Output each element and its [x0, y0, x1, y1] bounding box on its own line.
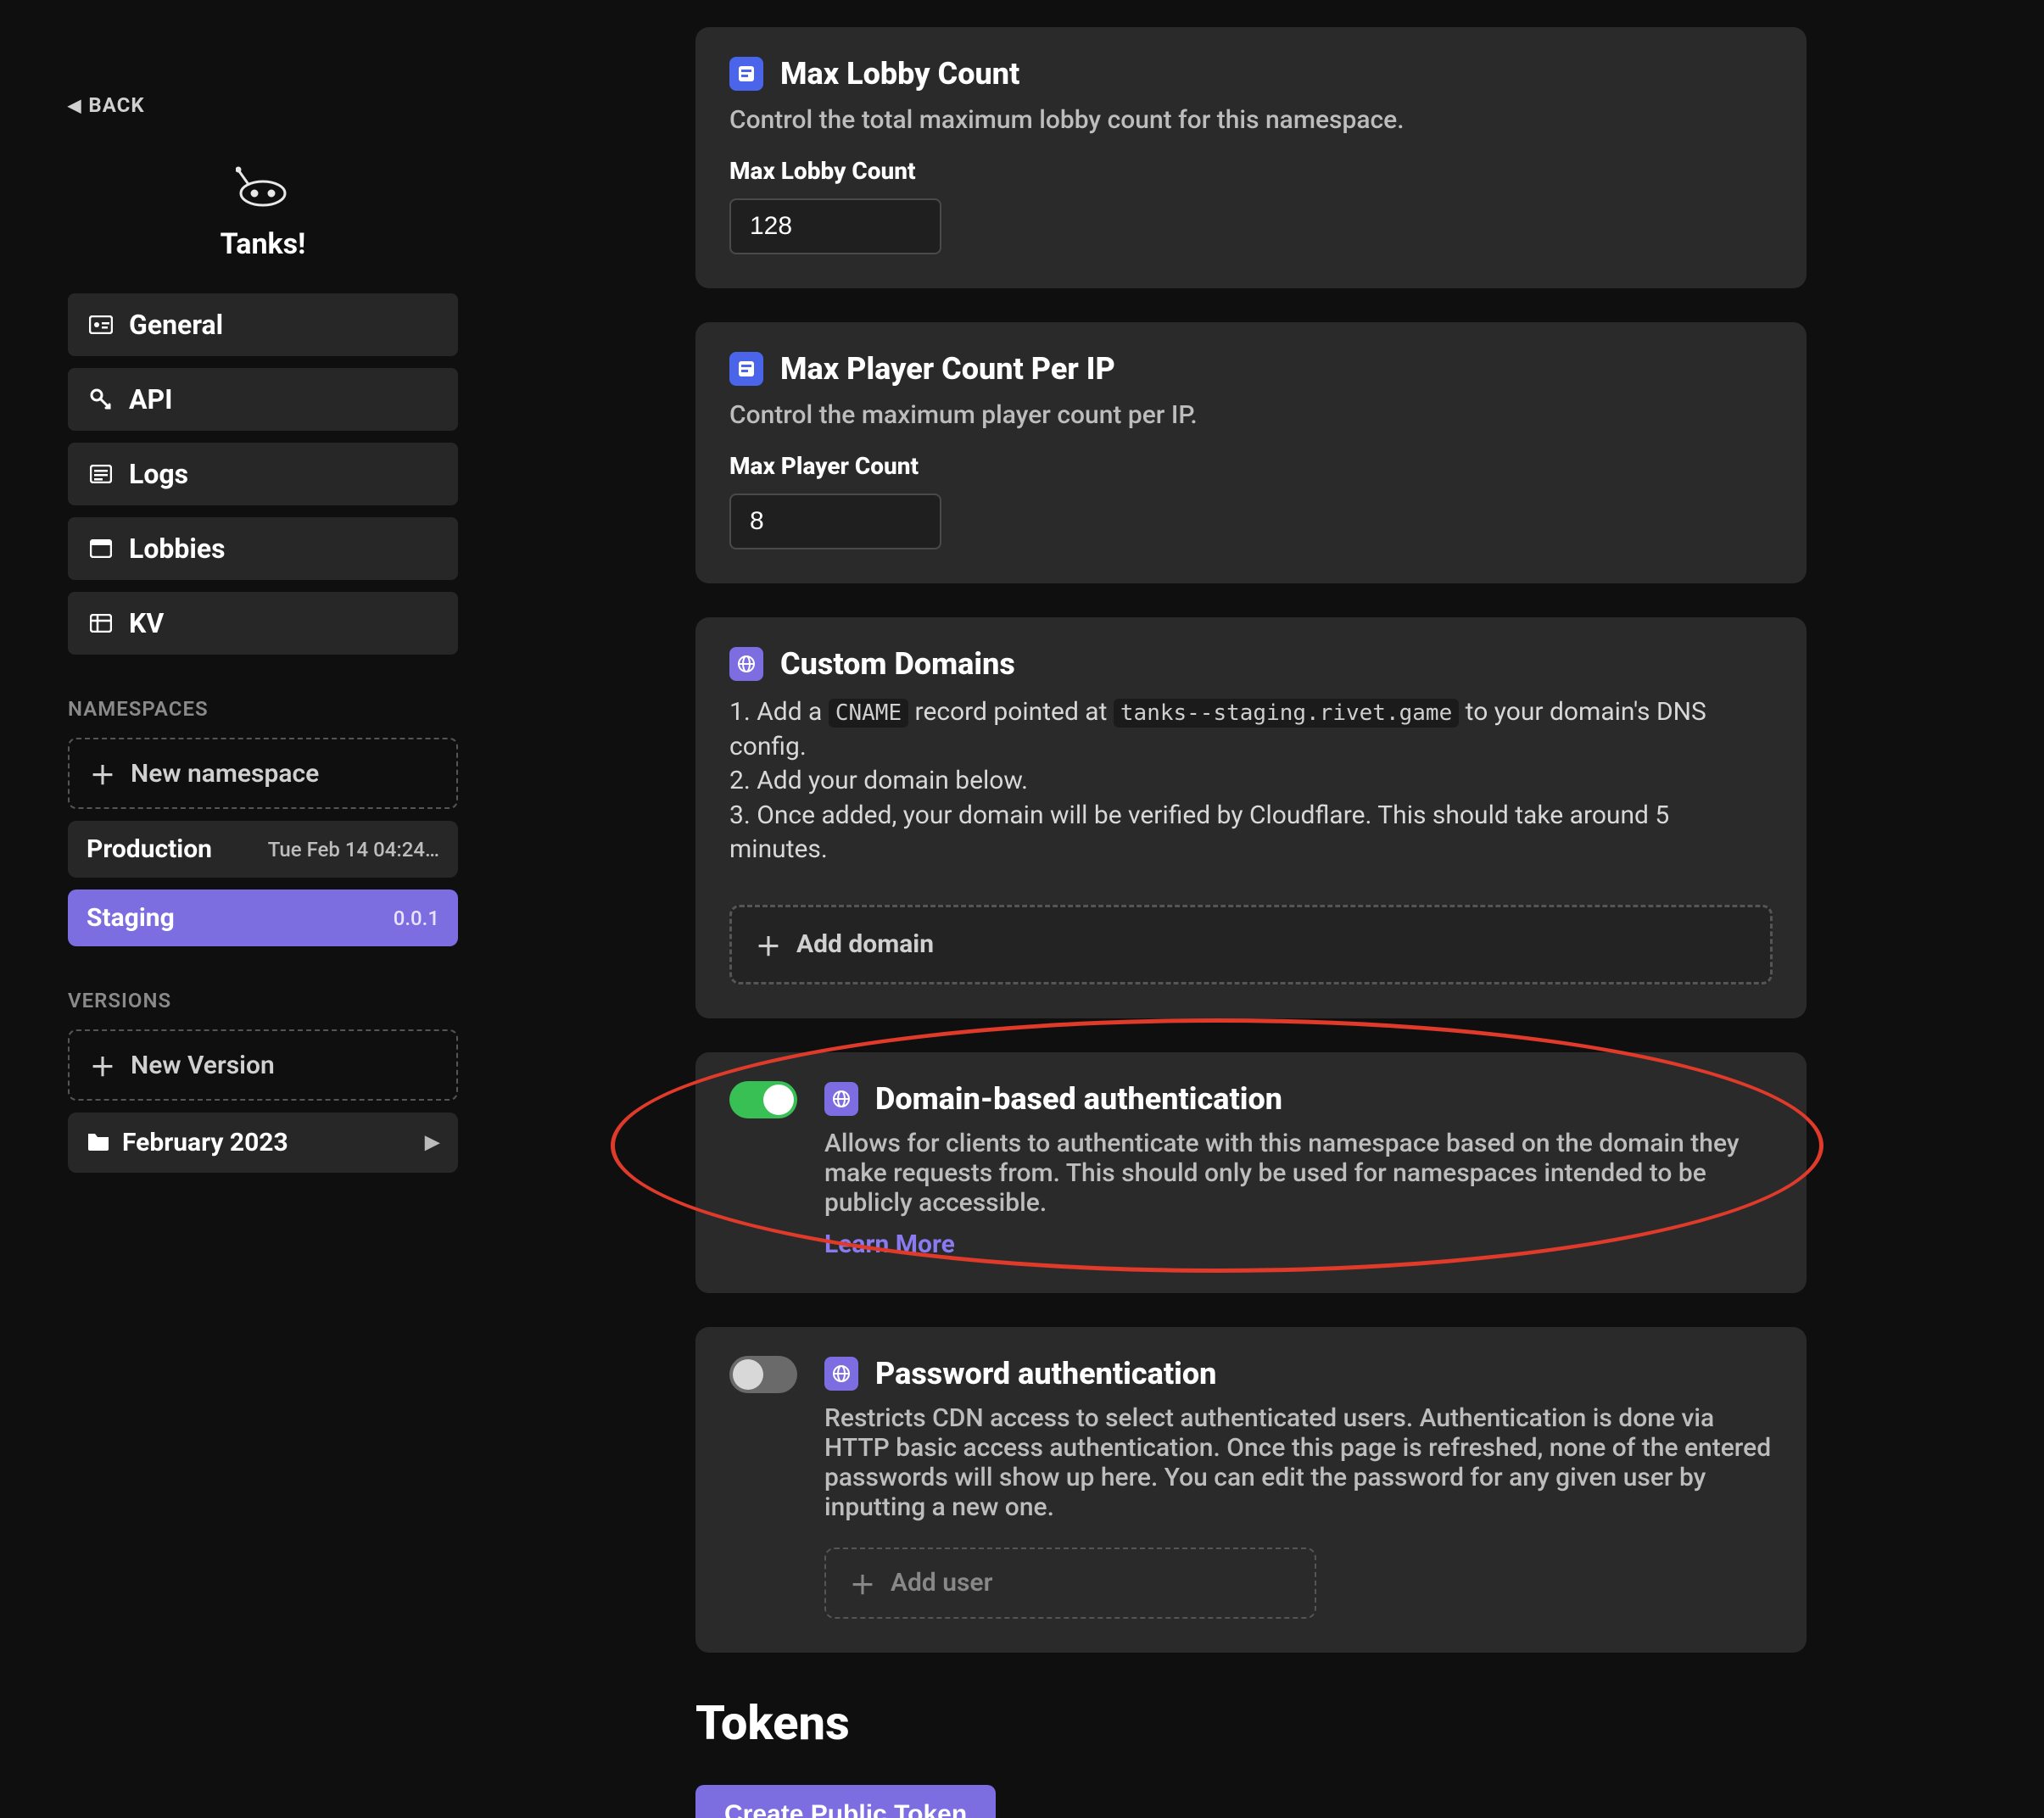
sidebar-item-kv[interactable]: KV: [68, 592, 458, 655]
sidebar-item-api[interactable]: API: [68, 368, 458, 431]
custom-domains-steps: 1. Add a CNAME record pointed at tanks--…: [729, 695, 1773, 867]
app-logo-block: Tanks!: [68, 163, 458, 261]
card-title: Max Player Count Per IP: [780, 351, 1115, 387]
namespace-item-staging[interactable]: Staging 0.0.1: [68, 889, 458, 946]
domain-code: tanks--staging.rivet.game: [1114, 699, 1459, 728]
sidebar-item-label: Logs: [129, 458, 188, 490]
card-description: Control the total maximum lobby count fo…: [729, 105, 1773, 135]
token-buttons: Create Public Token Create Development T…: [695, 1785, 1807, 1818]
card-password-auth: Password authentication Restricts CDN ac…: [695, 1327, 1807, 1653]
globe-icon: [824, 1082, 858, 1116]
card-title: Custom Domains: [780, 646, 1015, 682]
add-user-label: Add user: [891, 1568, 992, 1598]
version-item[interactable]: February 2023 ▶: [68, 1113, 458, 1173]
namespace-meta: 0.0.1: [394, 906, 439, 930]
namespaces-section-label: NAMESPACES: [68, 697, 458, 721]
add-domain-button[interactable]: ＋ Add domain: [729, 905, 1773, 984]
create-public-token-button[interactable]: Create Public Token: [695, 1785, 996, 1818]
sidebar: ◀ BACK Tanks! General: [0, 0, 526, 1818]
card-title: Domain-based authentication: [875, 1081, 1282, 1117]
plus-icon: ＋: [756, 926, 781, 963]
list-icon: [88, 465, 114, 483]
chevron-right-icon: ▶: [425, 1132, 439, 1153]
max-player-count-input[interactable]: [729, 494, 941, 549]
card-domain-auth: Domain-based authentication Allows for c…: [695, 1052, 1807, 1293]
sidebar-item-lobbies[interactable]: Lobbies: [68, 517, 458, 580]
new-namespace-label: New namespace: [131, 759, 319, 789]
card-title: Max Lobby Count: [780, 56, 1019, 92]
namespace-name: Production: [87, 834, 212, 864]
plus-icon: ＋: [850, 1564, 875, 1602]
password-auth-toggle[interactable]: [729, 1356, 797, 1393]
add-domain-label: Add domain: [796, 929, 934, 959]
new-version-button[interactable]: ＋ New Version: [68, 1029, 458, 1101]
key-icon: [88, 388, 114, 410]
new-namespace-button[interactable]: ＋ New namespace: [68, 738, 458, 809]
globe-icon: [729, 647, 763, 681]
sidebar-item-label: Lobbies: [129, 533, 226, 565]
card-custom-domains: Custom Domains 1. Add a CNAME record poi…: [695, 617, 1807, 1018]
back-link[interactable]: ◀ BACK: [68, 93, 458, 117]
card-max-lobby-count: Max Lobby Count Control the total maximu…: [695, 27, 1807, 288]
card-max-player-count: Max Player Count Per IP Control the maxi…: [695, 322, 1807, 583]
gamepad-icon: [236, 163, 290, 214]
table-icon: [88, 614, 114, 633]
version-name: February 2023: [122, 1128, 288, 1157]
lobby-count-icon: [729, 57, 763, 91]
max-lobby-count-input[interactable]: [729, 198, 941, 254]
namespace-item-production[interactable]: Production Tue Feb 14 04:24…: [68, 821, 458, 878]
plus-icon: ＋: [90, 755, 115, 792]
sidebar-item-logs[interactable]: Logs: [68, 443, 458, 505]
card-title: Password authentication: [875, 1356, 1216, 1391]
learn-more-link[interactable]: Learn More: [824, 1230, 1773, 1259]
namespace-name: Staging: [87, 903, 175, 933]
new-version-label: New Version: [131, 1051, 275, 1080]
app-title: Tanks!: [221, 227, 306, 261]
sidebar-item-general[interactable]: General: [68, 293, 458, 356]
caret-left-icon: ◀: [68, 95, 81, 115]
card-description: Allows for clients to authenticate with …: [824, 1129, 1773, 1218]
add-user-button[interactable]: ＋ Add user: [824, 1548, 1316, 1619]
versions-section-label: VERSIONS: [68, 989, 458, 1012]
sidebar-item-label: KV: [129, 607, 164, 639]
namespace-meta: Tue Feb 14 04:24…: [268, 838, 439, 862]
field-label: Max Lobby Count: [729, 157, 1773, 185]
window-icon: [88, 539, 114, 558]
globe-icon: [824, 1357, 858, 1391]
cname-code: CNAME: [829, 699, 908, 728]
main-content: Max Lobby Count Control the total maximu…: [526, 0, 2044, 1818]
id-card-icon: [88, 315, 114, 334]
sidebar-item-label: API: [129, 383, 172, 415]
back-label: BACK: [88, 93, 144, 117]
folder-icon: [87, 1128, 110, 1157]
player-count-icon: [729, 352, 763, 386]
card-description: Restricts CDN access to select authentic…: [824, 1403, 1773, 1522]
card-description: Control the maximum player count per IP.: [729, 400, 1773, 430]
plus-icon: ＋: [90, 1046, 115, 1084]
domain-auth-toggle[interactable]: [729, 1081, 797, 1118]
field-label: Max Player Count: [729, 452, 1773, 480]
sidebar-item-label: General: [129, 309, 223, 341]
tokens-heading: Tokens: [695, 1695, 1807, 1751]
